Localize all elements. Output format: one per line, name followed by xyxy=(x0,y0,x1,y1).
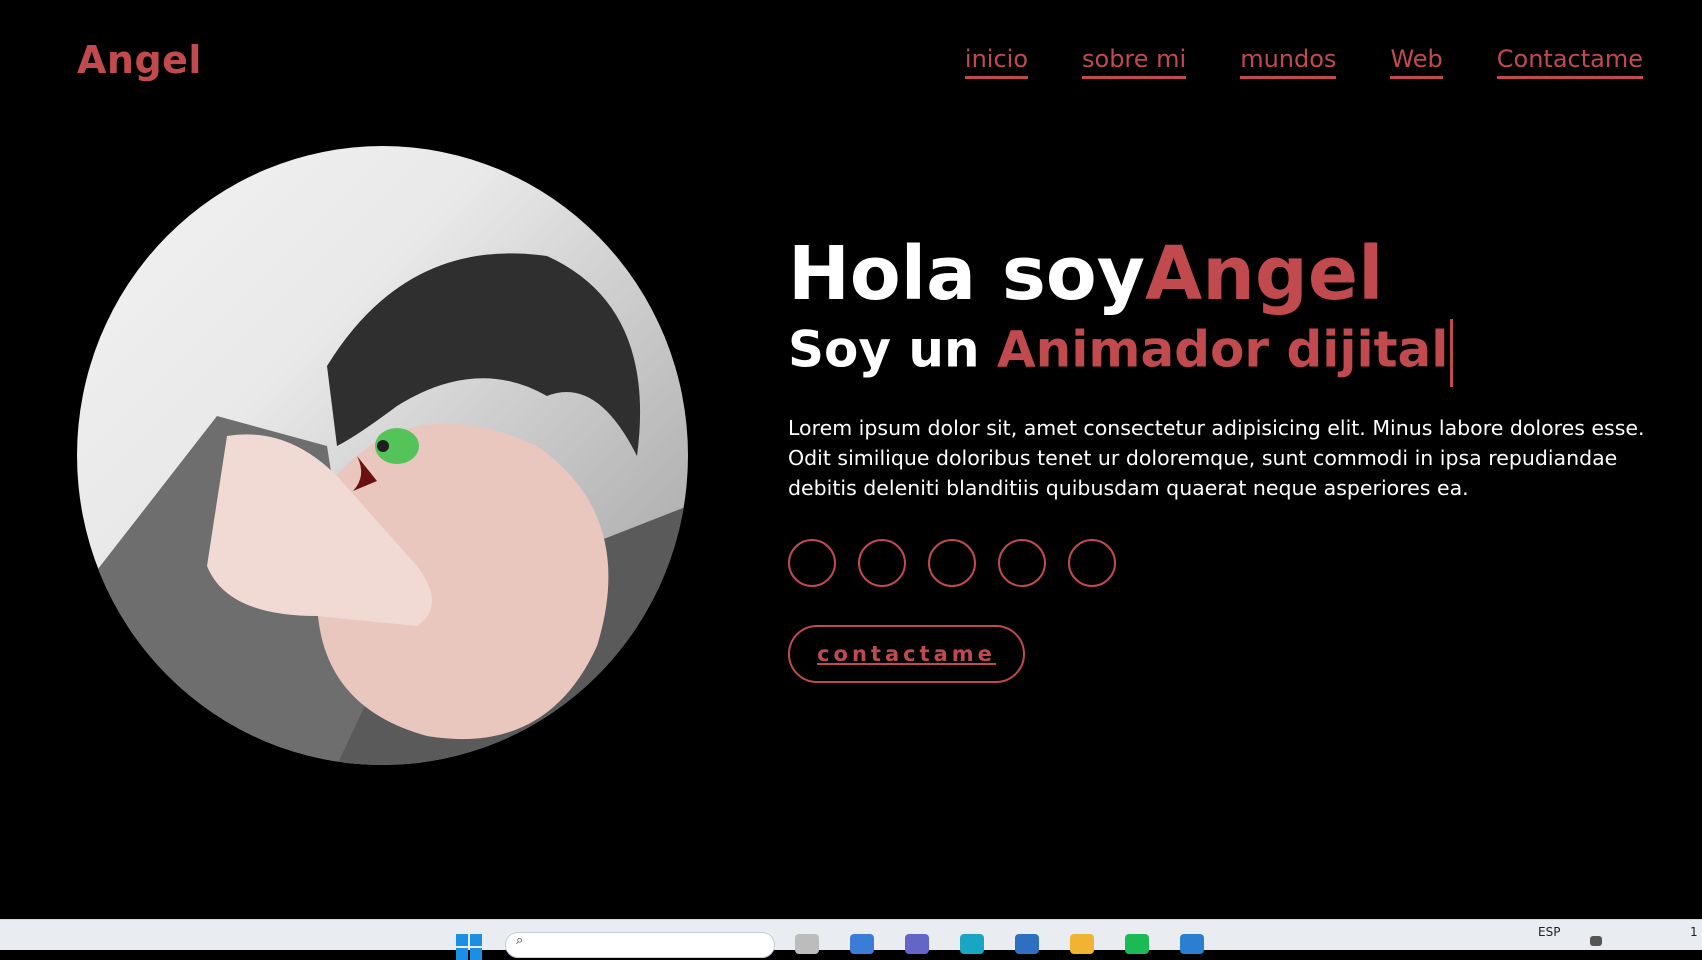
hero-role: Animador dijital xyxy=(996,320,1449,379)
social-link-5[interactable] xyxy=(1068,539,1116,588)
language-indicator[interactable]: ESP xyxy=(1538,925,1560,939)
social-link-2[interactable] xyxy=(858,539,906,588)
social-link-4[interactable] xyxy=(998,539,1046,588)
taskbar-app-icon-1[interactable] xyxy=(795,934,819,954)
logo[interactable]: Angel xyxy=(77,38,202,82)
taskbar-app-icon-6[interactable] xyxy=(1070,934,1094,954)
nav-link-mundos[interactable]: mundos xyxy=(1240,45,1337,79)
hero-name: Angel xyxy=(1144,231,1384,317)
hero-subtitle: Soy un Animador dijital xyxy=(788,319,1668,388)
windows-taskbar: ⌕ ESP 1 xyxy=(0,919,1702,960)
taskbar-app-icon-7[interactable] xyxy=(1125,934,1149,954)
hero-greeting: Hola soy xyxy=(788,231,1145,317)
profile-photo xyxy=(77,146,688,765)
clock[interactable]: 1 xyxy=(1690,925,1698,939)
nav-link-contactame[interactable]: Contactame xyxy=(1496,45,1643,79)
taskbar-app-icon-2[interactable] xyxy=(850,934,874,954)
hero-subtitle-lead: Soy un xyxy=(788,320,997,379)
contact-button[interactable]: contactame xyxy=(788,625,1025,684)
hero-section: Hola soyAngel Soy un Animador dijital Lo… xyxy=(788,231,1668,684)
taskbar-app-icon-4[interactable] xyxy=(960,934,984,954)
hero-description: Lorem ipsum dolor sit, amet consectetur … xyxy=(788,416,1645,501)
nav-link-web[interactable]: Web xyxy=(1390,45,1443,79)
hero-title: Hola soyAngel xyxy=(788,231,1668,317)
windows-start-icon[interactable] xyxy=(456,934,482,960)
taskbar-app-icon-3[interactable] xyxy=(905,934,929,954)
nav-link-inicio[interactable]: inicio xyxy=(964,45,1028,79)
social-link-3[interactable] xyxy=(928,539,976,588)
profile-photo-illustration xyxy=(77,253,688,765)
system-tray-icon[interactable] xyxy=(1590,936,1602,946)
taskbar-search-box[interactable]: ⌕ xyxy=(505,932,775,958)
social-links xyxy=(788,539,1668,588)
taskbar-app-icon-8[interactable] xyxy=(1180,934,1204,954)
text-caret xyxy=(1450,319,1454,388)
main-nav: inicio sobre mi mundos Web Contactame xyxy=(964,45,1643,79)
search-icon: ⌕ xyxy=(516,933,524,948)
taskbar-app-icon-5[interactable] xyxy=(1015,934,1039,954)
social-link-1[interactable] xyxy=(788,539,836,588)
nav-link-sobre-mi[interactable]: sobre mi xyxy=(1082,45,1187,79)
